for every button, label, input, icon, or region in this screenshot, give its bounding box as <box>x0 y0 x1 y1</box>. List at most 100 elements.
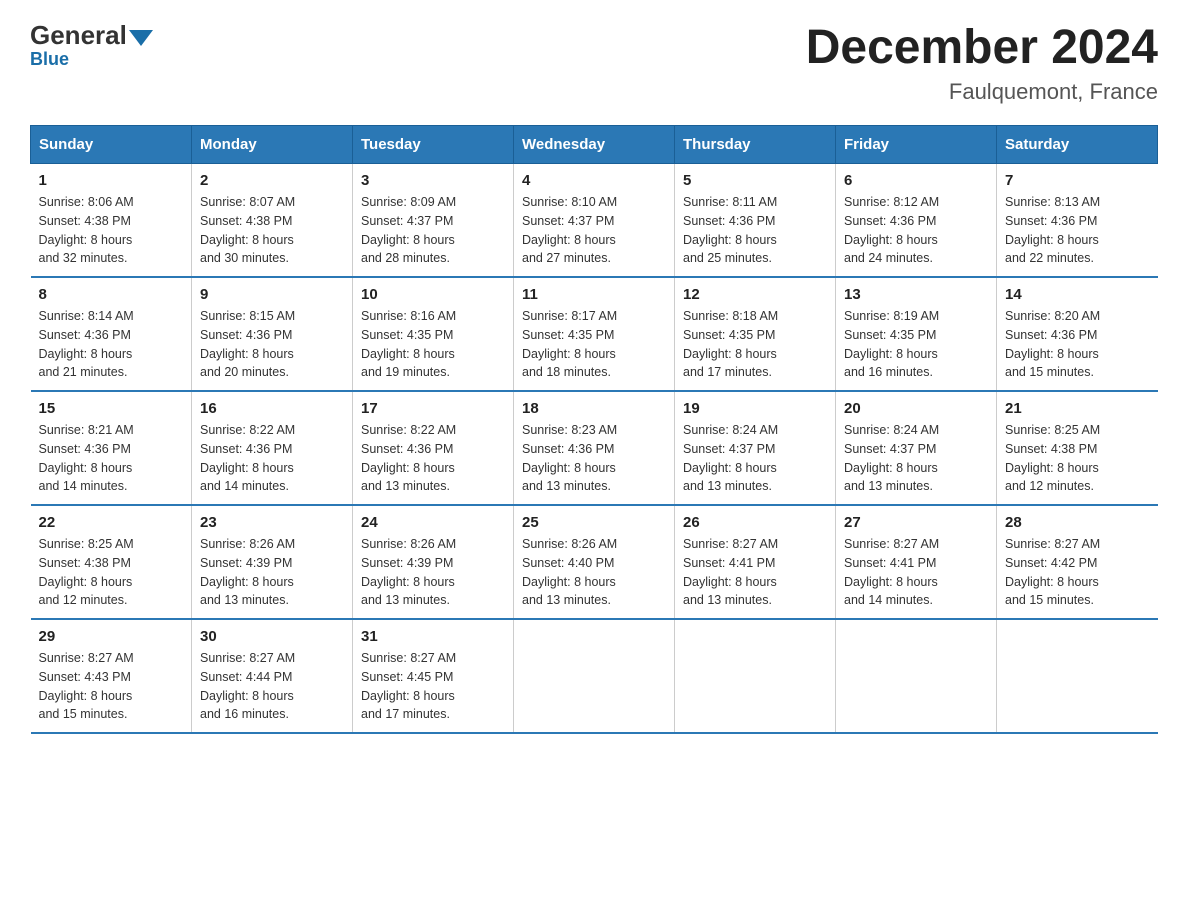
day-number: 6 <box>844 172 988 189</box>
day-number: 9 <box>200 286 344 303</box>
logo-arrow-icon <box>129 30 153 46</box>
location-subtitle: Faulquemont, France <box>806 79 1158 105</box>
calendar-week-row: 1 Sunrise: 8:06 AM Sunset: 4:38 PM Daylig… <box>31 164 1158 278</box>
calendar-cell <box>675 619 836 733</box>
day-number: 20 <box>844 400 988 417</box>
calendar-cell: 2Sunrise: 8:07 AM Sunset: 4:38 PM Daylig… <box>192 164 353 278</box>
day-info: Sunrise: 8:27 AM Sunset: 4:41 PM Dayligh… <box>683 535 827 610</box>
day-info: Sunrise: 8:13 AM Sunset: 4:36 PM Dayligh… <box>1005 193 1150 268</box>
day-info: Sunrise: 8:27 AM Sunset: 4:44 PM Dayligh… <box>200 649 344 724</box>
calendar-cell: 5 Sunrise: 8:11 AM Sunset: 4:36 PM Daylig… <box>675 164 836 278</box>
calendar-cell: 8 Sunrise: 8:14 AM Sunset: 4:36 PM Daylig… <box>31 277 192 391</box>
day-info: Sunrise: 8:23 AM Sunset: 4:36 PM Dayligh… <box>522 421 666 496</box>
day-number: 4 <box>522 172 666 189</box>
day-number: 12 <box>683 286 827 303</box>
day-number: 27 <box>844 514 988 531</box>
day-info: Sunrise: 8:27 AM Sunset: 4:45 PM Dayligh… <box>361 649 505 724</box>
day-info: Sunrise: 8:25 AM Sunset: 4:38 PM Dayligh… <box>1005 421 1150 496</box>
day-info: Sunrise: 8:22 AM Sunset: 4:36 PM Dayligh… <box>200 421 344 496</box>
calendar-cell: 12 Sunrise: 8:18 AM Sunset: 4:35 PM Dayli… <box>675 277 836 391</box>
day-info: Sunrise: 8:14 AM Sunset: 4:36 PM Dayligh… <box>39 307 184 382</box>
day-number: 30 <box>200 628 344 645</box>
calendar-cell: 11 Sunrise: 8:17 AM Sunset: 4:35 PM Dayli… <box>514 277 675 391</box>
header-monday: Monday <box>192 126 353 164</box>
day-number: 18 <box>522 400 666 417</box>
day-info: Sunrise: 8:26 AM Sunset: 4:39 PM Dayligh… <box>361 535 505 610</box>
day-info: Sunrise: 8:21 AM Sunset: 4:36 PM Dayligh… <box>39 421 184 496</box>
calendar-week-row: 22Sunrise: 8:25 AM Sunset: 4:38 PM Dayli… <box>31 505 1158 619</box>
calendar-cell: 4 Sunrise: 8:10 AM Sunset: 4:37 PM Daylig… <box>514 164 675 278</box>
calendar-cell <box>997 619 1158 733</box>
day-number: 23 <box>200 514 344 531</box>
header-thursday: Thursday <box>675 126 836 164</box>
calendar-cell <box>514 619 675 733</box>
calendar-cell: 26Sunrise: 8:27 AM Sunset: 4:41 PM Dayli… <box>675 505 836 619</box>
day-number: 17 <box>361 400 505 417</box>
calendar-cell: 15 Sunrise: 8:21 AM Sunset: 4:36 PM Dayli… <box>31 391 192 505</box>
day-info: Sunrise: 8:26 AM Sunset: 4:40 PM Dayligh… <box>522 535 666 610</box>
day-number: 29 <box>39 628 184 645</box>
calendar-cell: 1 Sunrise: 8:06 AM Sunset: 4:38 PM Daylig… <box>31 164 192 278</box>
calendar-cell <box>836 619 997 733</box>
day-number: 14 <box>1005 286 1150 303</box>
day-info: Sunrise: 8:20 AM Sunset: 4:36 PM Dayligh… <box>1005 307 1150 382</box>
day-number: 15 <box>39 400 184 417</box>
day-info: Sunrise: 8:12 AM Sunset: 4:36 PM Dayligh… <box>844 193 988 268</box>
day-info: Sunrise: 8:22 AM Sunset: 4:36 PM Dayligh… <box>361 421 505 496</box>
day-number: 5 <box>683 172 827 189</box>
day-info: Sunrise: 8:26 AM Sunset: 4:39 PM Dayligh… <box>200 535 344 610</box>
calendar-cell: 25Sunrise: 8:26 AM Sunset: 4:40 PM Dayli… <box>514 505 675 619</box>
header-wednesday: Wednesday <box>514 126 675 164</box>
calendar-cell: 13 Sunrise: 8:19 AM Sunset: 4:35 PM Dayli… <box>836 277 997 391</box>
day-number: 19 <box>683 400 827 417</box>
calendar-cell: 29Sunrise: 8:27 AM Sunset: 4:43 PM Dayli… <box>31 619 192 733</box>
day-info: Sunrise: 8:27 AM Sunset: 4:41 PM Dayligh… <box>844 535 988 610</box>
day-info: Sunrise: 8:24 AM Sunset: 4:37 PM Dayligh… <box>683 421 827 496</box>
day-number: 1 <box>39 172 184 189</box>
calendar-week-row: 15 Sunrise: 8:21 AM Sunset: 4:36 PM Dayli… <box>31 391 1158 505</box>
day-info: Sunrise: 8:24 AM Sunset: 4:37 PM Dayligh… <box>844 421 988 496</box>
header-saturday: Saturday <box>997 126 1158 164</box>
calendar-cell: 19 Sunrise: 8:24 AM Sunset: 4:37 PM Dayli… <box>675 391 836 505</box>
logo: General Blue <box>30 20 155 70</box>
day-number: 13 <box>844 286 988 303</box>
calendar-cell: 23 Sunrise: 8:26 AM Sunset: 4:39 PM Dayli… <box>192 505 353 619</box>
day-info: Sunrise: 8:19 AM Sunset: 4:35 PM Dayligh… <box>844 307 988 382</box>
day-info: Sunrise: 8:15 AM Sunset: 4:36 PM Dayligh… <box>200 307 344 382</box>
day-info: Sunrise: 8:16 AM Sunset: 4:35 PM Dayligh… <box>361 307 505 382</box>
day-number: 21 <box>1005 400 1150 417</box>
calendar-cell: 14 Sunrise: 8:20 AM Sunset: 4:36 PM Dayli… <box>997 277 1158 391</box>
calendar-cell: 28 Sunrise: 8:27 AM Sunset: 4:42 PM Dayli… <box>997 505 1158 619</box>
day-info: Sunrise: 8:18 AM Sunset: 4:35 PM Dayligh… <box>683 307 827 382</box>
calendar-cell: 31Sunrise: 8:27 AM Sunset: 4:45 PM Dayli… <box>353 619 514 733</box>
day-info: Sunrise: 8:25 AM Sunset: 4:38 PM Dayligh… <box>39 535 184 610</box>
calendar-cell: 3Sunrise: 8:09 AM Sunset: 4:37 PM Daylig… <box>353 164 514 278</box>
calendar-cell: 20 Sunrise: 8:24 AM Sunset: 4:37 PM Dayli… <box>836 391 997 505</box>
day-number: 3 <box>361 172 505 189</box>
day-number: 8 <box>39 286 184 303</box>
day-info: Sunrise: 8:17 AM Sunset: 4:35 PM Dayligh… <box>522 307 666 382</box>
calendar-cell: 16Sunrise: 8:22 AM Sunset: 4:36 PM Dayli… <box>192 391 353 505</box>
day-number: 24 <box>361 514 505 531</box>
header-sunday: Sunday <box>31 126 192 164</box>
calendar-header-row: SundayMondayTuesdayWednesdayThursdayFrid… <box>31 126 1158 164</box>
calendar-cell: 22Sunrise: 8:25 AM Sunset: 4:38 PM Dayli… <box>31 505 192 619</box>
day-info: Sunrise: 8:07 AM Sunset: 4:38 PM Dayligh… <box>200 193 344 268</box>
calendar-cell: 24 Sunrise: 8:26 AM Sunset: 4:39 PM Dayli… <box>353 505 514 619</box>
calendar-week-row: 8 Sunrise: 8:14 AM Sunset: 4:36 PM Daylig… <box>31 277 1158 391</box>
day-number: 28 <box>1005 514 1150 531</box>
day-number: 7 <box>1005 172 1150 189</box>
day-info: Sunrise: 8:10 AM Sunset: 4:37 PM Dayligh… <box>522 193 666 268</box>
day-info: Sunrise: 8:06 AM Sunset: 4:38 PM Dayligh… <box>39 193 184 268</box>
day-info: Sunrise: 8:27 AM Sunset: 4:42 PM Dayligh… <box>1005 535 1150 610</box>
calendar-cell: 17 Sunrise: 8:22 AM Sunset: 4:36 PM Dayli… <box>353 391 514 505</box>
calendar-cell: 21 Sunrise: 8:25 AM Sunset: 4:38 PM Dayli… <box>997 391 1158 505</box>
header-tuesday: Tuesday <box>353 126 514 164</box>
day-info: Sunrise: 8:11 AM Sunset: 4:36 PM Dayligh… <box>683 193 827 268</box>
calendar-table: SundayMondayTuesdayWednesdayThursdayFrid… <box>30 125 1158 734</box>
calendar-cell: 6 Sunrise: 8:12 AM Sunset: 4:36 PM Daylig… <box>836 164 997 278</box>
header-friday: Friday <box>836 126 997 164</box>
calendar-cell: 7 Sunrise: 8:13 AM Sunset: 4:36 PM Daylig… <box>997 164 1158 278</box>
day-number: 11 <box>522 286 666 303</box>
logo-blue-text: Blue <box>30 49 69 70</box>
